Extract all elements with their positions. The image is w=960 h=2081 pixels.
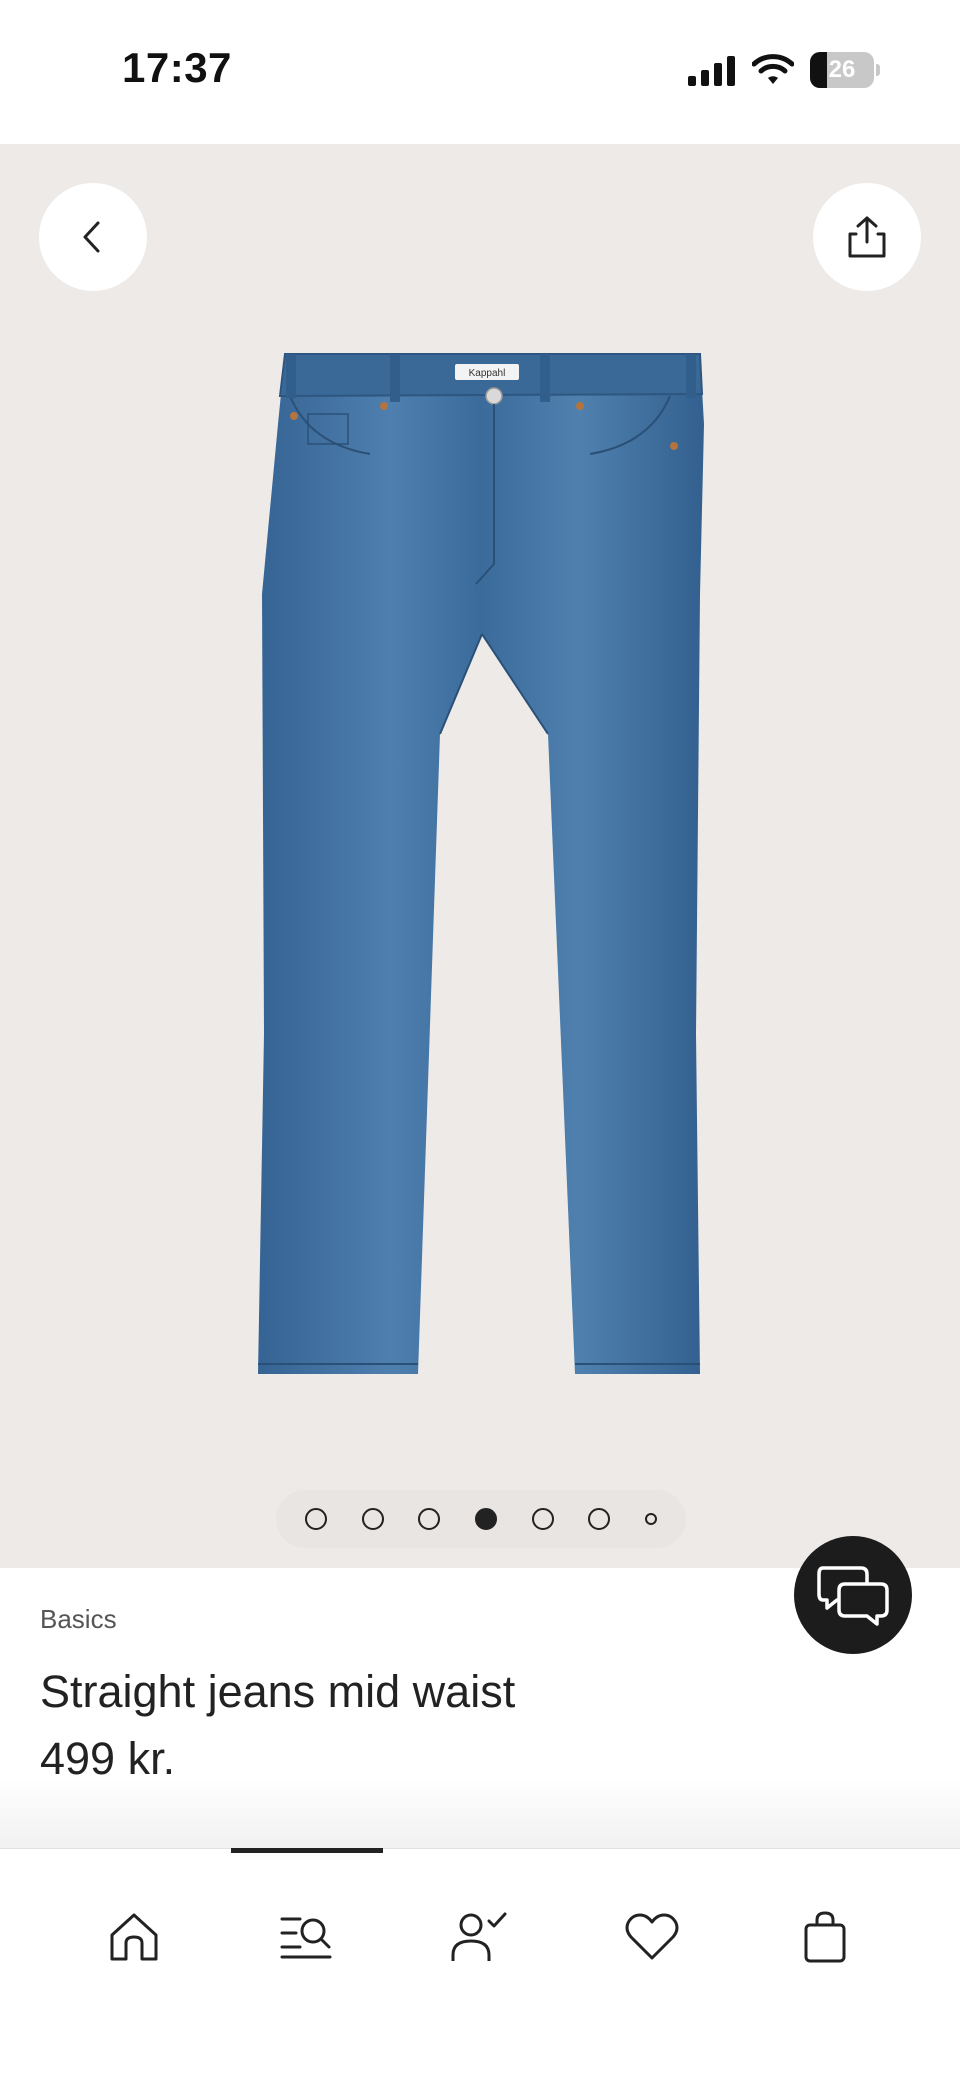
status-time: 17:37: [122, 44, 232, 91]
pagination-dot[interactable]: [531, 1508, 554, 1530]
product-title: Straight jeans mid waist: [40, 1666, 516, 1717]
back-icon: [83, 221, 100, 253]
chat-bubbles-icon: [817, 1566, 889, 1626]
nav-search[interactable]: [251, 1897, 361, 1977]
product-image-gallery[interactable]: Kappahl: [0, 144, 960, 1568]
bottom-navigation: [0, 1848, 960, 2081]
nav-account[interactable]: [424, 1897, 534, 1977]
pagination-dot[interactable]: [418, 1508, 441, 1530]
heart-icon: [625, 1913, 679, 1960]
nav-cart[interactable]: [770, 1897, 880, 1977]
product-price: 499 kr.: [40, 1733, 176, 1784]
waistband-label: Kappahl: [469, 368, 506, 379]
pagination-dot[interactable]: [588, 1508, 611, 1530]
chat-button[interactable]: [794, 1536, 912, 1654]
pagination-dot[interactable]: [361, 1508, 384, 1530]
shopping-bag-icon: [804, 1911, 846, 1963]
nav-home[interactable]: [79, 1897, 189, 1977]
battery-icon: 26: [810, 52, 880, 88]
share-icon: [848, 216, 886, 258]
home-icon: [110, 1913, 158, 1961]
product-brand: Basics: [40, 1604, 117, 1634]
share-button[interactable]: [813, 183, 921, 291]
nav-wishlist[interactable]: [597, 1897, 707, 1977]
status-bar: 17:37 26: [0, 0, 960, 144]
battery-level: 26: [828, 56, 856, 83]
pagination-dot[interactable]: [305, 1508, 328, 1530]
wifi-icon: [752, 54, 794, 84]
active-tab-indicator: [231, 1848, 383, 1853]
product-image: Kappahl: [258, 353, 704, 1374]
search-list-icon: [280, 1917, 332, 1959]
gallery-pagination[interactable]: [276, 1490, 686, 1548]
pagination-dot[interactable]: [474, 1508, 497, 1530]
account-icon: [451, 1912, 507, 1961]
signal-icon: [688, 56, 735, 86]
back-button[interactable]: [39, 183, 147, 291]
pagination-dot[interactable]: [644, 1513, 657, 1525]
